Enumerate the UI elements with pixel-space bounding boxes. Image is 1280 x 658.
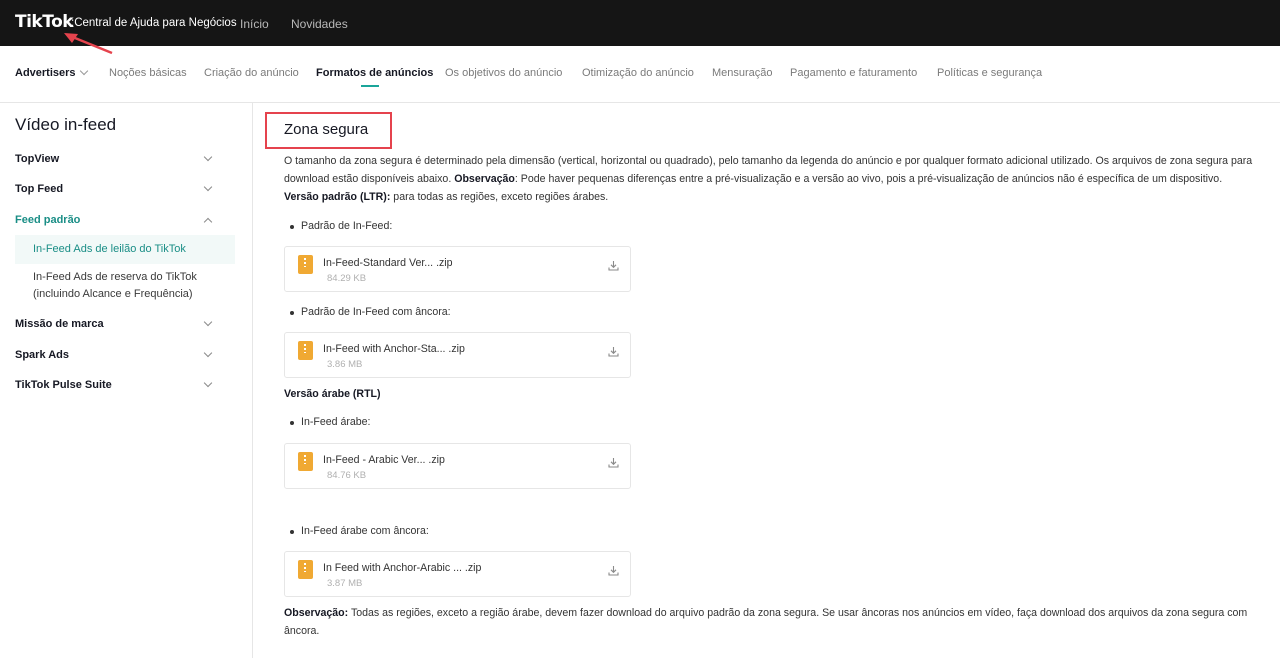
nav-ad-formats[interactable]: Formatos de anúncios: [316, 67, 433, 79]
chevron-down-icon: [79, 66, 88, 76]
sidebar-item-branded-mission[interactable]: Missão de marca: [15, 317, 215, 330]
sidebar-subitem-auction-ads[interactable]: In-Feed Ads de leilão do TikTok: [15, 235, 235, 264]
nav-advertisers[interactable]: Advertisers: [15, 66, 88, 79]
sidebar-subitem-reservation-ads[interactable]: In-Feed Ads de reserva do TikTok (inclui…: [15, 269, 235, 303]
file-size: 84.76 KB: [327, 470, 367, 481]
chevron-down-icon: [203, 152, 213, 162]
sidebar: Vídeo in-feed TopView Top Feed Feed padr…: [0, 103, 253, 658]
list-item: In-Feed árabe com âncora:: [290, 525, 429, 537]
top-bar: TikTok :Central de Ajuda para Negócios I…: [0, 0, 1280, 46]
nav-ad-objectives[interactable]: Os objetivos do anúncio: [445, 67, 562, 79]
file-download-card[interactable]: In-Feed with Anchor-Sta... .zip 3.86 MB: [284, 332, 631, 378]
file-name: In Feed with Anchor-Arabic ... .zip: [323, 562, 482, 574]
file-size: 3.87 MB: [327, 578, 363, 589]
sidebar-item-topview[interactable]: TopView: [15, 152, 215, 165]
file-download-card[interactable]: In-Feed-Standard Ver... .zip 84.29 KB: [284, 246, 631, 292]
chevron-down-icon: [203, 182, 213, 192]
file-download-card[interactable]: In Feed with Anchor-Arabic ... .zip 3.87…: [284, 551, 631, 597]
zip-file-icon: [298, 560, 313, 579]
news-link[interactable]: Novidades: [291, 17, 348, 31]
chevron-up-icon: [203, 217, 213, 227]
list-item: Padrão de In-Feed com âncora:: [290, 306, 451, 318]
file-name: In-Feed with Anchor-Sta... .zip: [323, 343, 465, 355]
intro-paragraph: O tamanho da zona segura é determinado p…: [284, 155, 1253, 185]
sidebar-item-pulse-suite[interactable]: TikTok Pulse Suite: [15, 378, 215, 391]
download-icon[interactable]: [608, 346, 619, 357]
ltr-paragraph: Versão padrão (LTR): para todas as regiõ…: [284, 191, 609, 203]
file-download-card[interactable]: In-Feed - Arabic Ver... .zip 84.76 KB: [284, 443, 631, 489]
chevron-down-icon: [203, 348, 213, 358]
zip-file-icon: [298, 255, 313, 274]
list-item: Padrão de In-Feed:: [289, 220, 393, 232]
download-icon[interactable]: [608, 565, 619, 576]
help-center-title[interactable]: :Central de Ajuda para Negócios: [71, 17, 237, 29]
list-item: In-Feed árabe:: [290, 416, 371, 428]
category-nav: Advertisers Noções básicas Criação do an…: [0, 46, 1280, 103]
home-link[interactable]: Início: [240, 17, 269, 31]
file-name: In-Feed - Arabic Ver... .zip: [323, 454, 445, 466]
download-icon[interactable]: [608, 260, 619, 271]
active-tab-indicator: [361, 85, 379, 87]
nav-policies[interactable]: Políticas e segurança: [937, 67, 1042, 79]
chevron-down-icon: [203, 317, 213, 327]
footer-note: Observação: Todas as regiões, exceto a r…: [284, 607, 1248, 637]
sidebar-item-top-feed[interactable]: Top Feed: [15, 182, 215, 195]
download-icon[interactable]: [608, 457, 619, 468]
sidebar-title: Vídeo in-feed: [15, 115, 117, 134]
file-size: 84.29 KB: [327, 273, 367, 284]
page-title: Zona segura: [284, 121, 369, 138]
file-name: In-Feed-Standard Ver... .zip: [323, 257, 453, 269]
rtl-heading: Versão árabe (RTL): [284, 388, 381, 400]
nav-basics[interactable]: Noções básicas: [109, 67, 187, 79]
sidebar-item-spark-ads[interactable]: Spark Ads: [15, 348, 215, 361]
zip-file-icon: [298, 341, 313, 360]
nav-measurement[interactable]: Mensuração: [712, 67, 773, 79]
nav-ad-creation[interactable]: Criação do anúncio: [204, 67, 299, 79]
nav-billing[interactable]: Pagamento e faturamento: [790, 67, 917, 79]
file-size: 3.86 MB: [327, 359, 363, 370]
chevron-down-icon: [203, 378, 213, 388]
zip-file-icon: [298, 452, 313, 471]
sidebar-item-standard-feed[interactable]: Feed padrão: [15, 214, 215, 227]
nav-optimization[interactable]: Otimização do anúncio: [582, 67, 694, 79]
tiktok-logo[interactable]: TikTok: [15, 12, 74, 32]
